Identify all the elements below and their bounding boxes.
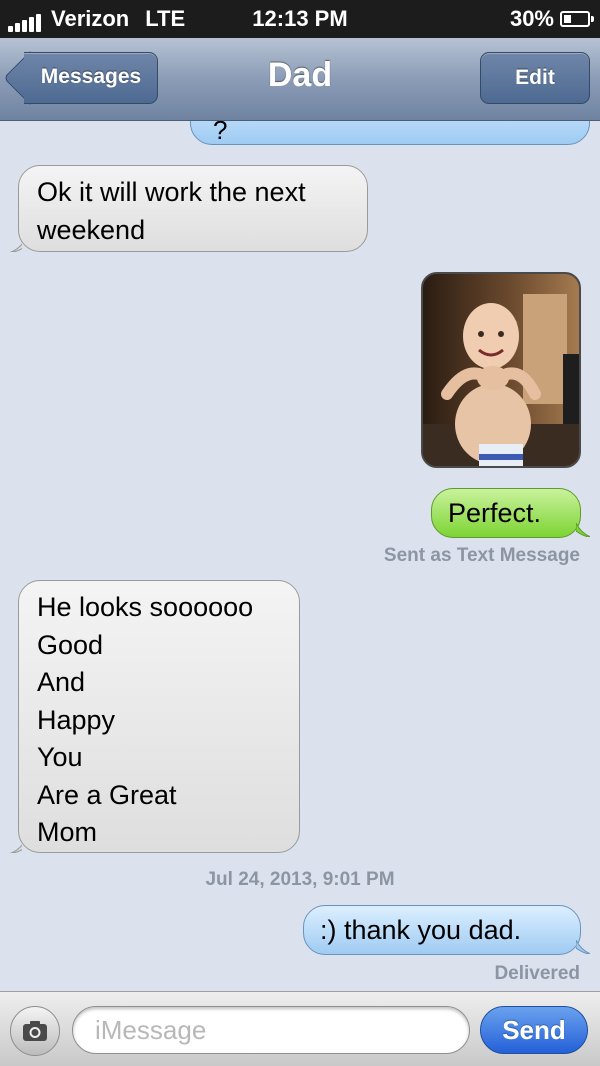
sent-sms-message[interactable]: Perfect. (431, 488, 581, 538)
delivered-note: Delivered (494, 963, 580, 984)
sent-imessage[interactable]: :) thank you dad. (303, 905, 581, 955)
message-text: ? (213, 121, 228, 145)
message-line: Are a Great (37, 779, 177, 810)
photo-image (423, 274, 579, 466)
sent-photo[interactable] (421, 272, 581, 468)
message-text: Ok it will work the next weekend (37, 177, 306, 245)
camera-icon (23, 1021, 47, 1041)
message-line: And (37, 667, 86, 697)
sent-as-text-note: Sent as Text Message (383, 545, 580, 566)
message-thread[interactable]: ? Ok it will work the next weekend Perfe… (0, 121, 600, 991)
compose-bar: Send (0, 991, 600, 1066)
received-message[interactable]: Ok it will work the next weekend (18, 165, 368, 252)
message-timestamp: Jul 24, 2013, 9:01 PM (205, 869, 395, 890)
sent-message-partial[interactable]: ? (190, 121, 590, 145)
camera-button[interactable] (10, 1006, 60, 1056)
send-button[interactable]: Send (480, 1006, 588, 1054)
edit-button[interactable]: Edit (480, 52, 590, 104)
message-line: Happy (37, 704, 116, 735)
bubble-tail-icon (9, 844, 22, 853)
battery-icon (560, 11, 594, 27)
imessage-input[interactable] (72, 1006, 470, 1054)
message-line: Mom (37, 817, 97, 847)
navigation-bar: Messages Dad Edit (0, 38, 600, 121)
message-line: You (37, 742, 83, 772)
battery-percent: 30% (509, 6, 554, 31)
message-text: :) thank you dad. (320, 915, 522, 945)
status-right: 30% (509, 6, 594, 32)
bubble-tail-icon (576, 523, 590, 537)
battery-fill (564, 15, 571, 23)
bubble-tail-icon (576, 940, 590, 954)
status-bar: Verizon LTE 12:13 PM 30% (0, 0, 600, 38)
received-message[interactable]: He looks soooooo Good And Happy You Are … (18, 580, 300, 853)
message-line: He looks soooooo (37, 592, 254, 622)
message-text: Perfect. (448, 498, 542, 528)
message-line: Good (37, 629, 104, 660)
bubble-tail-icon (9, 243, 22, 252)
